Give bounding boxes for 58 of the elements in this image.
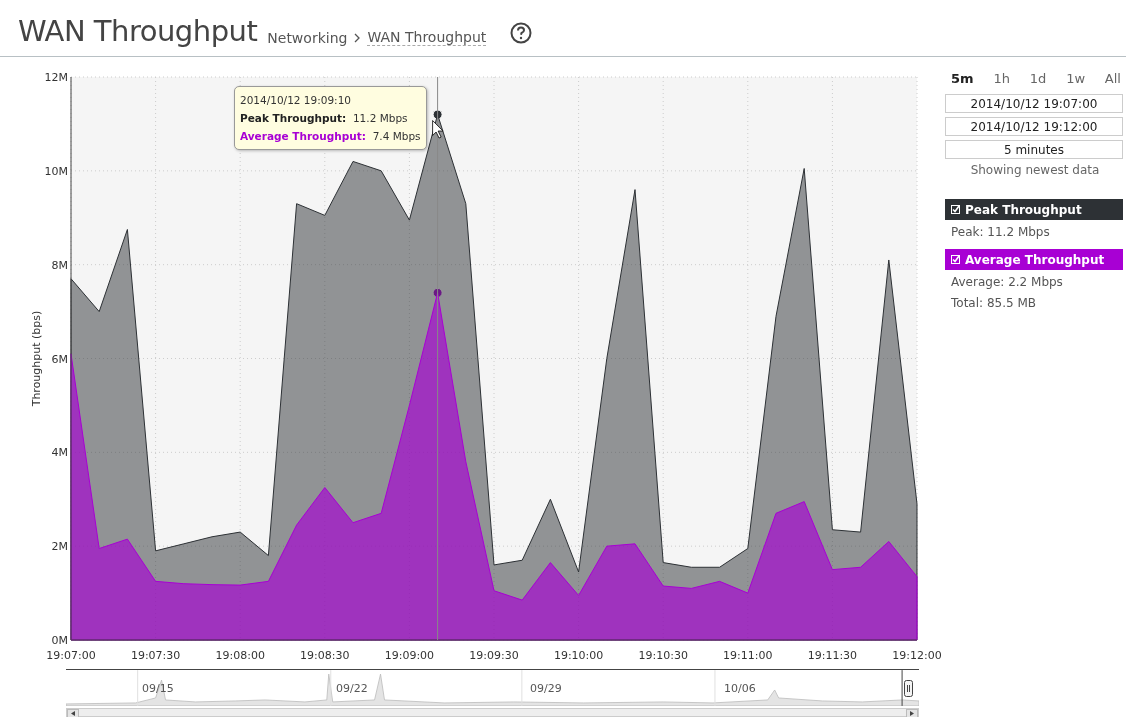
y-tick-label: 8M: [51, 258, 68, 272]
x-tick-label: 19:09:30: [469, 649, 519, 662]
navigator-date: 09/22: [336, 682, 368, 695]
legend-stat: Total: 85.5 MB: [950, 295, 1037, 312]
page-title: WAN Throughput: [18, 14, 258, 48]
x-tick-label: 19:12:00: [892, 649, 942, 662]
x-tick-label: 19:11:00: [723, 649, 773, 662]
tooltip-time: 2014/10/12 19:09:10: [240, 93, 352, 108]
range-tab[interactable]: All: [1104, 71, 1121, 86]
status-text: Showing newest data: [969, 163, 1101, 177]
y-tick-label: 4M: [51, 446, 68, 460]
help-icon[interactable]: [510, 22, 533, 44]
x-tick-label: 19:08:30: [300, 649, 350, 662]
y-tick-label: 2M: [51, 540, 68, 554]
x-tick-label: 19:07:30: [130, 649, 181, 662]
scroll-left-button[interactable]: [67, 709, 79, 717]
x-tick-label: 19:10:00: [553, 649, 604, 662]
duration-field[interactable]: 5 minutes: [945, 140, 1123, 159]
end-date-field[interactable]: 2014/10/12 19:12:00: [945, 117, 1123, 136]
range-tab[interactable]: 5m: [951, 71, 974, 86]
range-handle[interactable]: [904, 680, 913, 697]
x-tick-label: 19:10:30: [638, 649, 688, 662]
y-tick-label: 10M: [44, 164, 68, 178]
y-tick-label: 12M: [44, 71, 68, 84]
navigator-date: 09/29: [530, 682, 562, 695]
arrow-left-icon: [71, 711, 75, 716]
breadcrumb-link[interactable]: Networking: [267, 29, 348, 46]
y-axis-title: Throughput (bps): [30, 310, 43, 407]
arrow-right-icon: [910, 711, 914, 716]
checkbox-icon[interactable]: [951, 255, 960, 264]
legend-label: Average Throughput: [965, 252, 1105, 267]
start-date-field[interactable]: 2014/10/12 19:07:00: [945, 94, 1123, 113]
legend-item[interactable]: Average Throughput: [945, 249, 1123, 270]
cursor-icon: [432, 120, 444, 139]
x-tick-label: 19:07:00: [46, 649, 96, 662]
x-tick-label: 19:11:30: [807, 649, 858, 662]
y-tick-label: 0M: [51, 634, 68, 647]
range-tab[interactable]: 1w: [1066, 71, 1086, 86]
tooltip-row-text: Average Throughput: 7.4 Mbps: [240, 129, 421, 144]
hover-point: [432, 109, 443, 120]
tooltip-row-text: Peak Throughput: 11.2 Mbps: [240, 111, 409, 126]
legend-stat: Peak: 11.2 Mbps: [950, 224, 1051, 241]
scroll-right-button[interactable]: [906, 709, 918, 717]
navigator-date: 09/15: [142, 682, 174, 695]
hover-point: [432, 287, 443, 298]
navigator-date: 10/06: [724, 682, 756, 695]
x-tick-label: 19:09:00: [384, 649, 435, 662]
scrollbar[interactable]: [66, 708, 919, 717]
checkbox-icon[interactable]: [951, 205, 960, 214]
legend-item[interactable]: Peak Throughput: [945, 199, 1123, 220]
x-tick-label: 19:08:00: [215, 649, 265, 662]
y-tick-label: 6M: [51, 352, 68, 366]
chevron-right-icon: [353, 32, 362, 43]
range-tab[interactable]: 1d: [1029, 71, 1047, 86]
range-tab[interactable]: 1h: [993, 71, 1010, 86]
legend-label: Peak Throughput: [965, 202, 1082, 217]
legend-stat: Average: 2.2 Mbps: [950, 274, 1064, 291]
breadcrumb-link[interactable]: WAN Throughput: [367, 29, 487, 46]
